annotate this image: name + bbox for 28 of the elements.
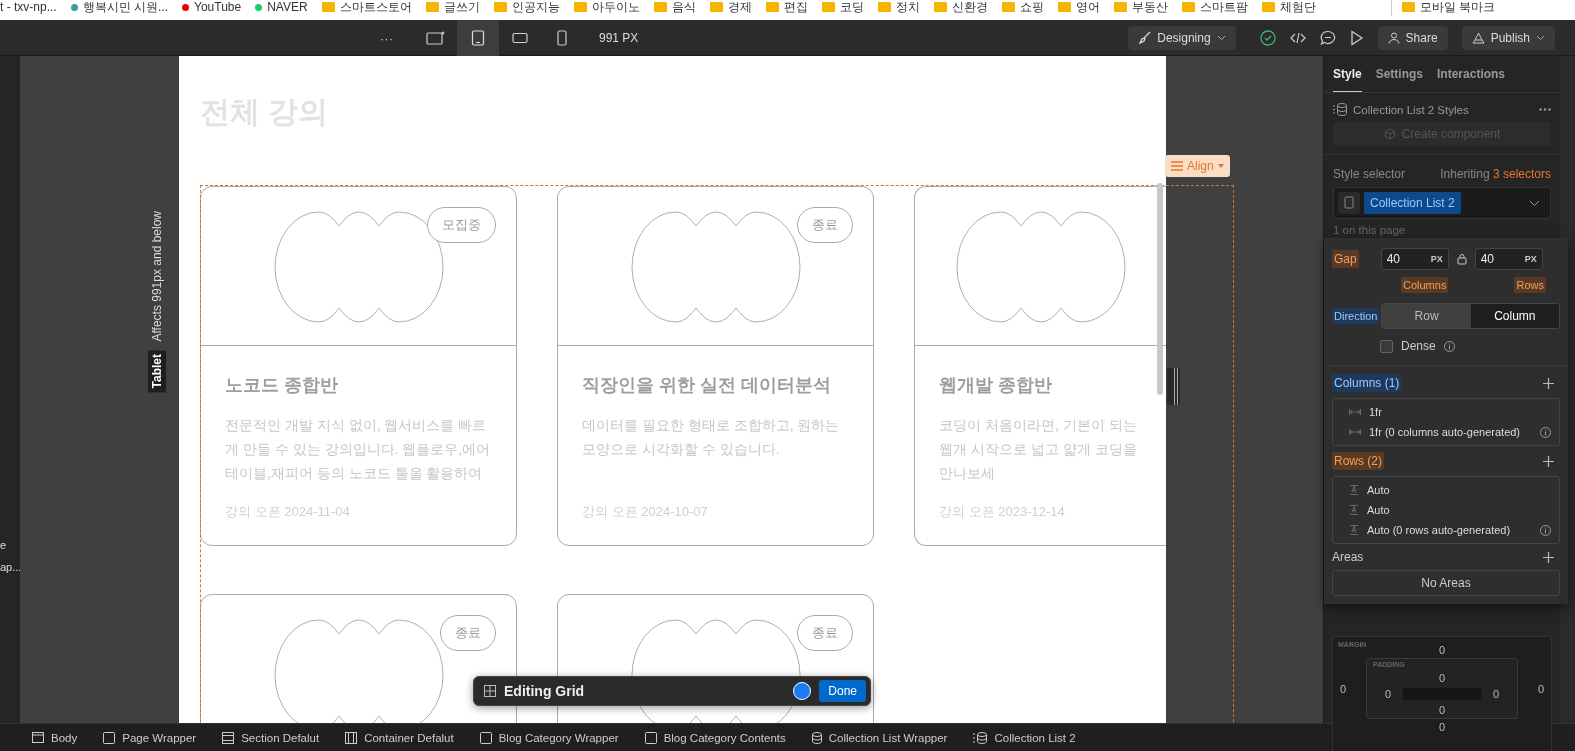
rows-label: Rows [1514, 277, 1546, 293]
course-title: 직장인을 위한 실전 데이터분석 [582, 374, 832, 397]
direction-label: Direction [1332, 308, 1380, 324]
track-label: Auto [1367, 484, 1390, 496]
breakpoint-note: Affects 991px and below [150, 211, 164, 342]
styles-title: Collection List 2 Styles [1353, 103, 1469, 116]
columns-label: Columns [1401, 277, 1449, 293]
track-label: Auto [1367, 504, 1390, 516]
track-label: 1fr (0 columns auto-generated) [1369, 426, 1521, 438]
status-badge: 종료 [797, 207, 853, 243]
usage-note: 1 on this page [1332, 223, 1407, 236]
status-badge: 종료 [797, 615, 853, 651]
inheriting-note: Inheriting 3 selectors [1440, 167, 1551, 181]
areas-title: Areas [1332, 550, 1364, 564]
width-readout: 991 PX [599, 31, 639, 45]
breakpoint-tag: Tablet [148, 349, 166, 392]
course-description: 코딩이 처음이라면, 기본이 되는 웹개 시작으로 넓고 얇게 코딩을 만나보세 [939, 416, 1138, 483]
style-selector-label: Style selector [1333, 167, 1406, 181]
course-title: 웹개발 종합반 [939, 374, 1053, 397]
course-title: 노코드 종합반 [225, 374, 339, 397]
status-badge: 모집중 [427, 207, 496, 243]
status-badge: 종료 [440, 615, 496, 651]
track-label: 1fr [1369, 406, 1382, 418]
rows-title: Rows (2) [1332, 452, 1384, 470]
dense-label: Dense [1401, 339, 1436, 353]
track-label: Auto (0 rows auto-generated) [1367, 524, 1511, 536]
gap-label: Gap [1332, 250, 1359, 268]
columns-title: Columns (1) [1332, 374, 1402, 392]
